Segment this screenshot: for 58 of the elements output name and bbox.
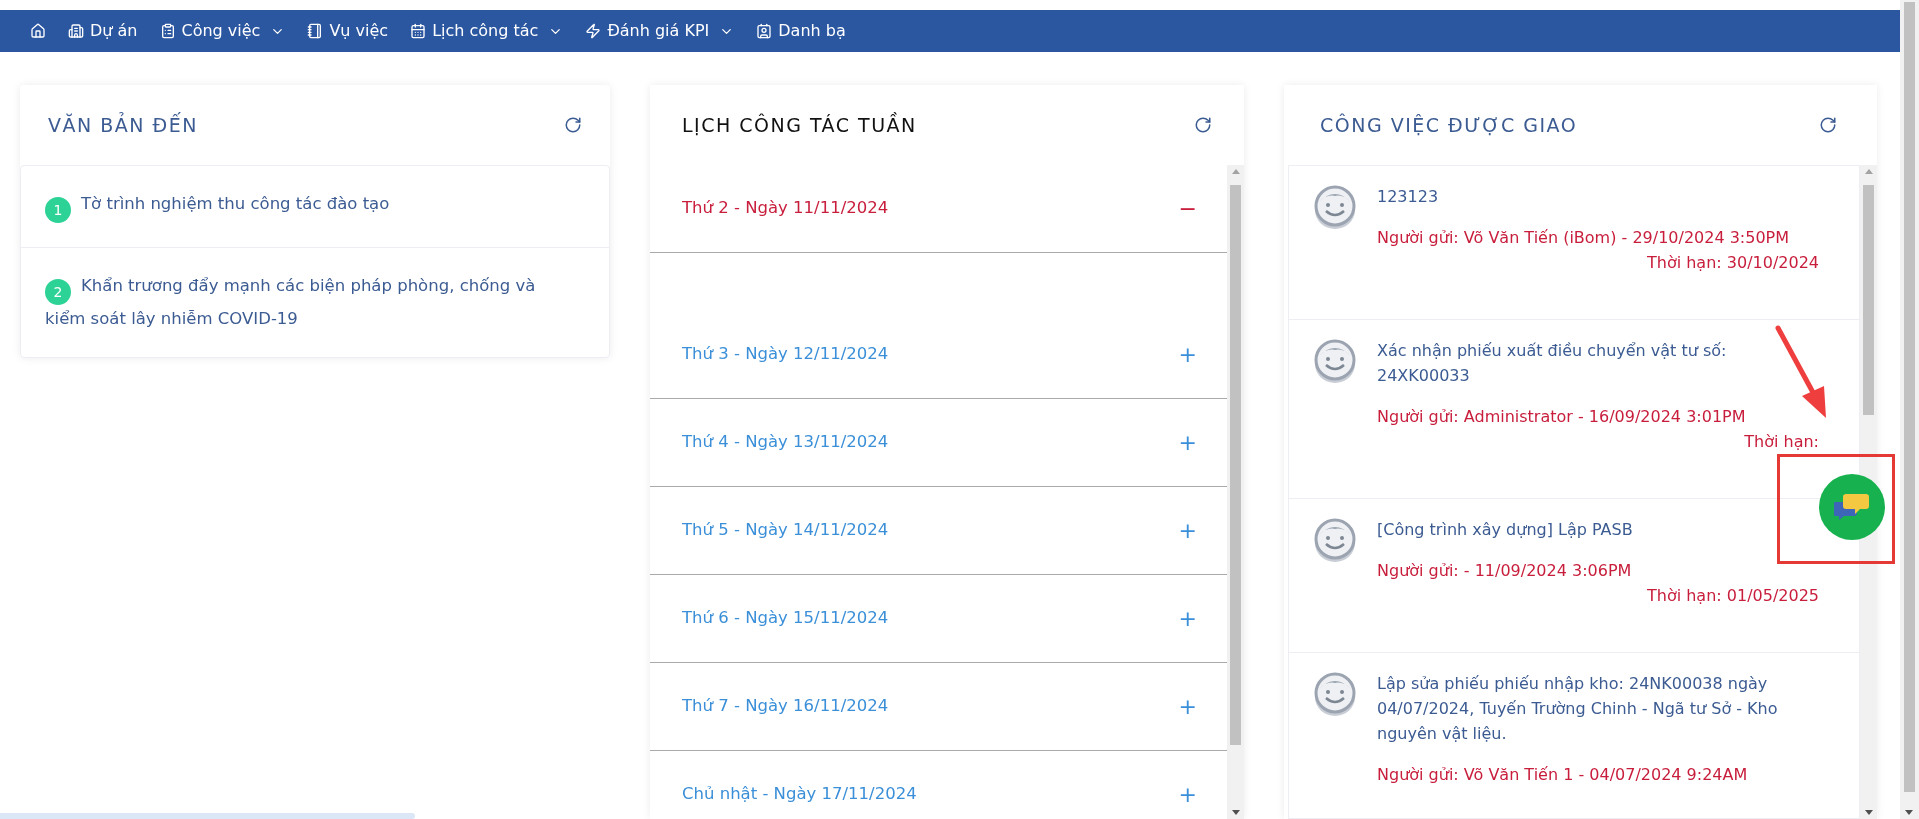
toggle-sign[interactable]: + xyxy=(1178,426,1197,459)
nav-link[interactable] xyxy=(30,23,46,39)
task-title[interactable]: Lập sửa phiếu phiếu nhập kho: 24NK00038 ngày 04/07/2024, Tuyến Trường Chinh - Ngã tư Sở - Kho nguyên vật liệu. xyxy=(1377,671,1819,746)
calendar-icon xyxy=(410,23,427,39)
day-label: Thứ 3 - Ngày 12/11/2024 xyxy=(682,343,889,366)
scrollbar[interactable] xyxy=(1860,165,1877,819)
notebook-icon xyxy=(307,23,324,39)
panel-title: CÔNG VIỆC ĐƯỢC GIAO xyxy=(1320,112,1578,138)
day-label: Thứ 2 - Ngày 11/11/2024 xyxy=(682,197,889,220)
page-scrollbar[interactable] xyxy=(1900,0,1919,819)
day-label: Thứ 4 - Ngày 13/11/2024 xyxy=(682,431,889,454)
horizontal-scrollbar-thumb[interactable] xyxy=(0,813,415,819)
task-sender: Người gửi: - 11/09/2024 3:06PM xyxy=(1377,560,1633,582)
contact-card-icon xyxy=(756,23,773,39)
toggle-sign[interactable]: − xyxy=(1178,192,1197,225)
lightning-icon xyxy=(585,23,602,39)
nav-link[interactable]: Dự án xyxy=(68,19,138,43)
clipboard-icon xyxy=(159,23,176,39)
document-link[interactable]: 2 Khẩn trương đẩy mạnh các biện pháp phòng, chống và kiểm soát lây nhiễm COVID-19 xyxy=(45,272,565,333)
number-badge: 1 xyxy=(45,197,71,223)
scrollbar[interactable] xyxy=(1227,165,1244,819)
nav-link[interactable]: Vụ việc xyxy=(307,19,389,43)
refresh-icon[interactable] xyxy=(564,116,582,134)
panel-title: LỊCH CÔNG TÁC TUẦN xyxy=(682,111,917,138)
chat-bubbles-icon xyxy=(1834,492,1870,522)
avatar-icon xyxy=(1313,338,1357,384)
toggle-sign[interactable]: + xyxy=(1178,778,1197,811)
toggle-sign[interactable]: + xyxy=(1178,602,1197,635)
nav-link[interactable]: Đánh giá KPI xyxy=(585,19,735,43)
day-label: Thứ 6 - Ngày 15/11/2024 xyxy=(682,607,889,630)
task-title[interactable]: [Công trình xây dựng] Lập PASB xyxy=(1377,517,1819,542)
task-deadline: Thời hạn: 01/05/2025 xyxy=(1647,585,1819,607)
toggle-sign[interactable]: + xyxy=(1178,514,1197,547)
number-badge: 2 xyxy=(45,279,71,305)
document-link[interactable]: 1 Tờ trình nghiệm thu công tác đào tạo xyxy=(45,190,565,223)
refresh-icon[interactable] xyxy=(1819,116,1837,134)
refresh-icon[interactable] xyxy=(1194,116,1212,134)
toggle-sign[interactable]: + xyxy=(1178,338,1197,371)
day-label: Chủ nhật - Ngày 17/11/2024 xyxy=(682,783,917,806)
avatar-icon xyxy=(1313,184,1357,230)
task-sender: Người gửi: Võ Văn Tiến 1 - 04/07/2024 9:24AM xyxy=(1377,764,1749,786)
day-label: Thứ 7 - Ngày 16/11/2024 xyxy=(682,695,889,718)
nav-link[interactable]: Công việc xyxy=(159,19,286,43)
day-label: Thứ 5 - Ngày 14/11/2024 xyxy=(682,519,889,542)
avatar-icon xyxy=(1313,517,1357,563)
panel-title: VĂN BẢN ĐẾN xyxy=(48,111,198,138)
nav-link[interactable]: Lịch công tác xyxy=(410,19,564,43)
task-title[interactable]: 123123 xyxy=(1377,184,1819,209)
toggle-sign[interactable]: + xyxy=(1178,690,1197,723)
task-sender: Người gửi: Administrator - 16/09/2024 3:01PM xyxy=(1377,406,1747,428)
task-deadline: Thời hạn: 30/10/2024 xyxy=(1647,252,1819,274)
task-sender: Người gửi: Võ Văn Tiến (iBom) - 29/10/2024 3:50PM xyxy=(1377,227,1791,249)
task-deadline: Thời hạn: xyxy=(1744,431,1819,453)
avatar-icon xyxy=(1313,671,1357,717)
building-icon xyxy=(68,23,84,39)
nav-link[interactable]: Danh bạ xyxy=(756,19,846,43)
task-title[interactable]: Xác nhận phiếu xuất điều chuyển vật tư số: 24XK00033 xyxy=(1377,338,1819,388)
home-icon xyxy=(30,23,46,39)
